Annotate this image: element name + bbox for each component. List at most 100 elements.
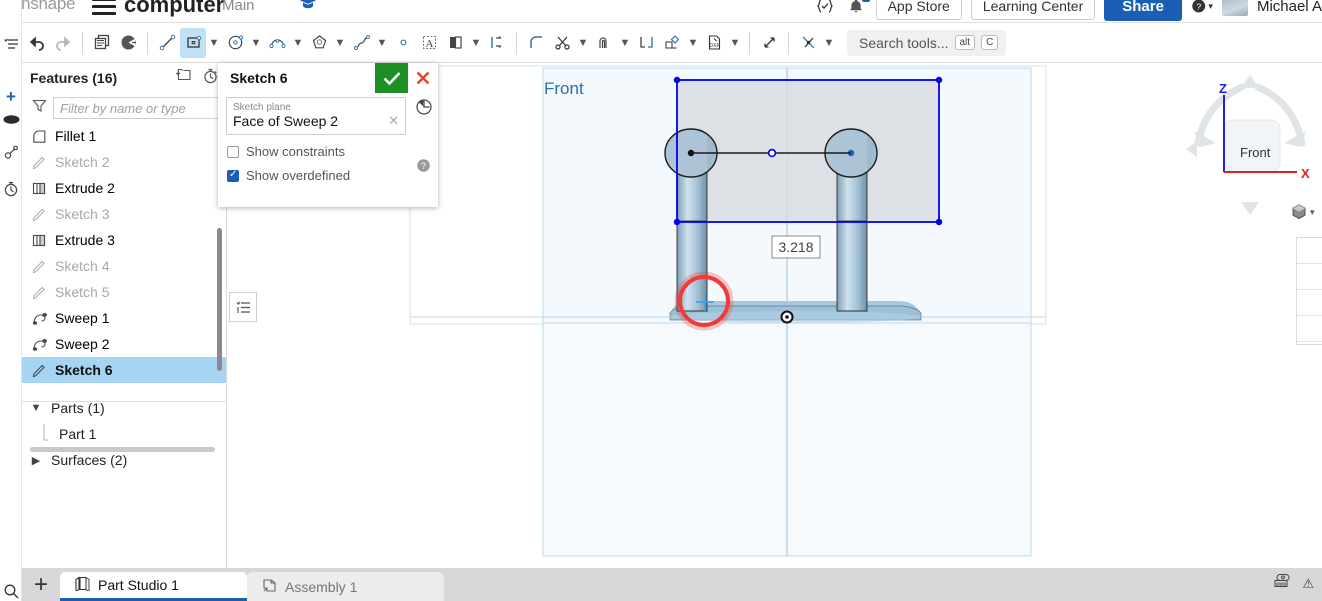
undo-icon[interactable] bbox=[24, 28, 50, 58]
sketch-plane-field[interactable]: Sketch plane Face of Sweep 2 ✕ bbox=[226, 97, 406, 135]
features-vertical-scrollbar[interactable] bbox=[217, 228, 222, 371]
sketch-icon bbox=[31, 362, 48, 379]
feature-item-sketch-2[interactable]: Sketch 2 bbox=[22, 149, 226, 175]
polygon-dropdown-caret-icon[interactable]: ▼ bbox=[332, 28, 348, 58]
feature-item-sketch-5[interactable]: Sketch 5 bbox=[22, 279, 226, 305]
sketch-icon bbox=[31, 154, 48, 171]
help-circle-icon[interactable]: ? ▾ bbox=[1191, 0, 1213, 17]
feature-history-icon[interactable] bbox=[415, 98, 433, 121]
redo-icon[interactable] bbox=[50, 28, 76, 58]
trim-dropdown-caret-icon[interactable]: ▼ bbox=[575, 28, 591, 58]
part-icon[interactable] bbox=[2, 110, 20, 128]
accept-button[interactable] bbox=[375, 63, 408, 93]
help-circle-icon[interactable]: ? bbox=[416, 158, 431, 178]
right-panel-row[interactable] bbox=[1297, 238, 1322, 264]
mate-connector-icon[interactable] bbox=[2, 144, 20, 162]
right-panel-row[interactable] bbox=[1297, 316, 1322, 342]
rollback-timer-icon[interactable] bbox=[203, 68, 218, 89]
rectangle-dropdown-caret-icon[interactable]: ▼ bbox=[206, 28, 222, 58]
share-button[interactable]: Share bbox=[1104, 0, 1182, 21]
main-menu-button[interactable] bbox=[92, 0, 116, 18]
feature-item-sweep-2[interactable]: Sweep 2 bbox=[22, 331, 226, 357]
workspace-name[interactable]: Main bbox=[222, 0, 255, 14]
trim-extend-icon[interactable] bbox=[115, 28, 141, 58]
mirror-icon[interactable] bbox=[442, 28, 468, 58]
view-cube[interactable]: Z X Front bbox=[1180, 65, 1320, 225]
filter-funnel-icon[interactable] bbox=[32, 98, 47, 118]
dimension-icon[interactable] bbox=[756, 28, 782, 58]
offset-dropdown-caret-icon[interactable]: ▼ bbox=[617, 28, 633, 58]
linear-pattern-icon[interactable] bbox=[484, 28, 510, 58]
new-sketch-icon[interactable] bbox=[89, 28, 115, 58]
feature-item-sketch-3[interactable]: Sketch 3 bbox=[22, 201, 226, 227]
feature-label: Sketch 3 bbox=[55, 206, 110, 222]
graduation-cap-icon[interactable] bbox=[297, 0, 319, 14]
add-icon[interactable]: + bbox=[2, 87, 20, 106]
chevron-down-icon[interactable]: ▼ bbox=[28, 402, 44, 414]
dxf-dropdown-caret-icon[interactable]: ▼ bbox=[727, 28, 743, 58]
use-projection-icon[interactable] bbox=[633, 28, 659, 58]
tree-item-surfaces-2[interactable]: ▶ Surfaces (2) bbox=[22, 447, 226, 473]
feature-item-extrude-3[interactable]: Extrude 3 bbox=[22, 227, 226, 253]
new-folder-icon[interactable] bbox=[175, 68, 191, 89]
feature-list-icon[interactable] bbox=[2, 36, 20, 54]
feature-item-sweep-1[interactable]: Sweep 1 bbox=[22, 305, 226, 331]
user-name[interactable]: Michael A bbox=[1257, 0, 1322, 15]
right-panel-row[interactable] bbox=[1297, 264, 1322, 290]
feature-item-sketch-6[interactable]: Sketch 6 bbox=[22, 357, 226, 383]
right-panel-strip[interactable] bbox=[1296, 237, 1322, 345]
search-input[interactable]: Filter by name or type bbox=[53, 97, 222, 119]
feature-item-extrude-2[interactable]: Extrude 2 bbox=[22, 175, 226, 201]
bell-icon[interactable]: 2 bbox=[845, 0, 870, 17]
show-overdefined-checkbox[interactable]: Show overdefined bbox=[226, 168, 430, 183]
circle-icon[interactable] bbox=[222, 28, 248, 58]
circle-dropdown-caret-icon[interactable]: ▼ bbox=[248, 28, 264, 58]
feature-list: Fillet 1 Sketch 2 Extrude 2 Sketch 3 Extrude… bbox=[22, 123, 226, 383]
view-orientation-button[interactable]: ▾ bbox=[1290, 203, 1315, 221]
tab-part-studio-1[interactable]: Part Studio 1 bbox=[60, 572, 247, 601]
measure-tape-icon[interactable] bbox=[1272, 573, 1292, 594]
text-icon[interactable]: A bbox=[416, 28, 442, 58]
sketch-icon bbox=[31, 206, 48, 223]
search-tools-input[interactable]: Search tools... alt C bbox=[847, 29, 1007, 56]
transform-icon[interactable] bbox=[659, 28, 685, 58]
sketch-fillet-icon[interactable] bbox=[523, 28, 549, 58]
point-icon[interactable] bbox=[390, 28, 416, 58]
avatar[interactable] bbox=[1221, 0, 1248, 16]
arc-dropdown-caret-icon[interactable]: ▼ bbox=[290, 28, 306, 58]
tree-item-part-1[interactable]: Part 1 bbox=[22, 421, 226, 447]
app-store-button[interactable]: App Store bbox=[875, 0, 962, 20]
tasks-check-icon[interactable] bbox=[814, 0, 836, 17]
constraint-icon[interactable] bbox=[795, 28, 821, 58]
units-icon[interactable]: ⚠ bbox=[1302, 576, 1314, 592]
polygon-icon[interactable] bbox=[306, 28, 332, 58]
clear-x-icon[interactable]: ✕ bbox=[388, 113, 399, 129]
show-constraints-checkbox[interactable]: Show constraints bbox=[226, 144, 430, 159]
right-panel-row[interactable] bbox=[1297, 290, 1322, 316]
cancel-button[interactable] bbox=[408, 63, 438, 93]
tree-item-parts-1[interactable]: ▼ Parts (1) bbox=[22, 395, 226, 421]
zoom-to-fit-icon[interactable] bbox=[2, 582, 20, 600]
add-tab-button[interactable]: + bbox=[22, 568, 60, 601]
learning-center-button[interactable]: Learning Center bbox=[970, 0, 1096, 20]
arc-icon[interactable] bbox=[264, 28, 290, 58]
constraint-dropdown-caret-icon[interactable]: ▼ bbox=[821, 28, 837, 58]
line-icon[interactable] bbox=[154, 28, 180, 58]
trim-scissors-icon[interactable] bbox=[549, 28, 575, 58]
spline-icon[interactable] bbox=[348, 28, 374, 58]
feature-item-fillet-1[interactable]: Fillet 1 bbox=[22, 123, 226, 149]
chevron-right-icon[interactable]: ▶ bbox=[28, 454, 44, 467]
feature-label: Sketch 4 bbox=[55, 258, 110, 274]
transform-dropdown-caret-icon[interactable]: ▼ bbox=[685, 28, 701, 58]
feature-item-sketch-4[interactable]: Sketch 4 bbox=[22, 253, 226, 279]
tab-assembly-1[interactable]: Assembly 1 bbox=[247, 572, 444, 601]
rectangle-icon[interactable] bbox=[180, 27, 206, 58]
document-title[interactable]: computer bbox=[124, 0, 224, 18]
offset-icon[interactable] bbox=[591, 28, 617, 58]
dxf-export-icon[interactable]: DXF bbox=[701, 28, 727, 58]
history-icon[interactable] bbox=[2, 180, 20, 198]
sketch-entities-list-button[interactable] bbox=[229, 292, 257, 322]
view-cube-face-label[interactable]: Front bbox=[1240, 145, 1270, 160]
mirror-dropdown-caret-icon[interactable]: ▼ bbox=[468, 28, 484, 58]
spline-dropdown-caret-icon[interactable]: ▼ bbox=[374, 28, 390, 58]
